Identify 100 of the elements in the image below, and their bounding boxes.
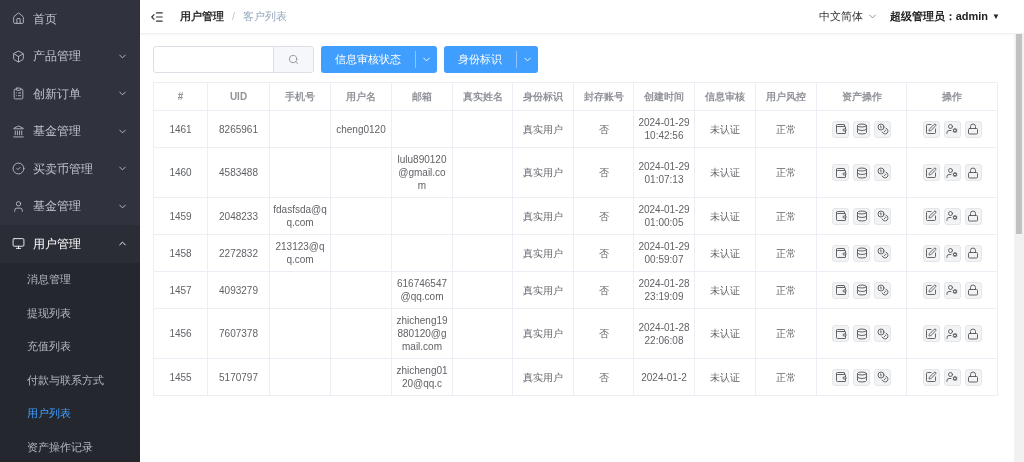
breadcrumb-item[interactable]: 用户管理 <box>180 8 224 25</box>
column-header: 邮箱 <box>391 82 453 111</box>
submenu-item[interactable]: 充值列表 <box>0 329 140 363</box>
coins-icon[interactable] <box>874 244 891 262</box>
edit-icon[interactable] <box>922 120 940 138</box>
table-cell: 否 <box>598 371 609 383</box>
table-cell: 2024-01-29 01:00:05 <box>638 204 690 228</box>
table-cell: 正常 <box>776 210 796 222</box>
table-cell: 未认证 <box>710 328 740 339</box>
menu-icon[interactable] <box>150 9 164 24</box>
table-cell: 真实用户 <box>523 371 563 383</box>
caret-icon: ▼ <box>992 10 1000 23</box>
cube-icon <box>12 49 25 63</box>
edit-icon[interactable] <box>922 164 940 181</box>
database-icon[interactable] <box>853 244 870 262</box>
table-cell: 真实用户 <box>523 247 563 259</box>
lock-icon[interactable] <box>964 207 982 225</box>
table-cell: 真实用户 <box>523 123 563 135</box>
lock-icon[interactable] <box>964 368 982 386</box>
edit-icon[interactable] <box>922 207 940 225</box>
sidebar-item[interactable]: 创新订单 <box>0 75 140 113</box>
database-icon[interactable] <box>853 368 870 386</box>
user-menu[interactable]: 超级管理员：admin ▼ <box>889 8 1000 25</box>
search-icon[interactable] <box>288 54 299 65</box>
submenu-item[interactable]: 用户列表 <box>0 396 140 430</box>
sidebar-item[interactable]: 基金管理 <box>0 187 140 225</box>
wallet-icon[interactable] <box>832 325 849 342</box>
sidebar-item[interactable]: 用户管理 <box>0 225 140 263</box>
lock-icon[interactable] <box>964 281 982 299</box>
user-settings-icon[interactable] <box>943 120 961 138</box>
language-select[interactable]: 中文简体 <box>818 8 878 25</box>
table-cell: zhicheng19880120@gmail.com <box>396 315 448 352</box>
scrollbar[interactable] <box>1014 34 1024 462</box>
table-cell: lulu890120@gmail.com <box>397 154 447 191</box>
user-settings-icon[interactable] <box>943 164 961 181</box>
coins-icon[interactable] <box>874 325 891 342</box>
database-icon[interactable] <box>853 164 870 181</box>
table-cell: 5170797 <box>219 371 258 383</box>
table-cell: 8265961 <box>219 123 258 135</box>
database-icon[interactable] <box>853 207 870 225</box>
edit-icon[interactable] <box>922 244 940 262</box>
table-cell: 2024-01-28 22:06:08 <box>638 321 690 346</box>
column-header: # <box>153 82 208 111</box>
wallet-icon[interactable] <box>832 368 849 386</box>
user-icon <box>12 199 25 213</box>
edit-icon[interactable] <box>922 368 940 386</box>
lock-icon[interactable] <box>964 164 982 181</box>
user-settings-icon[interactable] <box>943 281 961 299</box>
table-cell: 正常 <box>776 247 796 259</box>
database-icon[interactable] <box>853 325 870 342</box>
lock-icon[interactable] <box>964 325 982 342</box>
wallet-icon[interactable] <box>832 120 849 138</box>
wallet-icon[interactable] <box>832 244 849 262</box>
table-cell: 真实用户 <box>523 210 563 222</box>
user-settings-icon[interactable] <box>943 325 961 342</box>
submenu-item[interactable]: 提现列表 <box>0 296 140 330</box>
edit-icon[interactable] <box>922 325 940 342</box>
table-cell: 正常 <box>776 167 796 178</box>
sidebar-item[interactable]: 产品管理 <box>0 37 140 75</box>
clipboard-icon <box>12 87 25 101</box>
database-icon[interactable] <box>853 120 870 138</box>
database-icon[interactable] <box>853 281 870 299</box>
wallet-icon[interactable] <box>832 164 849 181</box>
table-cell: 未认证 <box>710 210 740 222</box>
user-settings-icon[interactable] <box>943 368 961 386</box>
sidebar-item[interactable]: 首页 <box>0 0 140 38</box>
table-cell: 正常 <box>776 371 796 383</box>
coins-icon[interactable] <box>874 368 891 386</box>
coins-icon[interactable] <box>874 120 891 138</box>
table-cell: 1458 <box>169 247 192 259</box>
column-header: 操作 <box>906 82 998 111</box>
coins-icon[interactable] <box>874 164 891 181</box>
coins-icon[interactable] <box>874 207 891 225</box>
lock-icon[interactable] <box>964 120 982 138</box>
table-cell: 否 <box>598 123 609 135</box>
user-settings-icon[interactable] <box>943 207 961 225</box>
table-cell: 真实用户 <box>523 328 563 339</box>
column-header: 封存账号 <box>573 82 634 111</box>
search-field[interactable] <box>153 46 314 73</box>
sidebar-item[interactable]: 基金管理 <box>0 112 140 150</box>
table-cell: 否 <box>598 328 609 339</box>
table-cell: 2024-01-29 00:59:07 <box>638 241 690 265</box>
wallet-icon[interactable] <box>832 207 849 225</box>
table-cell: 2048233 <box>219 210 258 222</box>
lock-icon[interactable] <box>964 244 982 262</box>
table-cell: 2024-01-2 <box>641 371 687 383</box>
table-cell: 1456 <box>169 328 192 339</box>
table-cell: 4093279 <box>219 284 258 296</box>
column-header: 资产操作 <box>816 82 907 111</box>
wallet-icon[interactable] <box>832 281 849 299</box>
submenu-item[interactable]: 资产操作记录 <box>0 430 140 462</box>
table-cell: 未认证 <box>710 167 740 178</box>
user-settings-icon[interactable] <box>943 244 961 262</box>
submenu-item[interactable]: 付款与联系方式 <box>0 363 140 397</box>
submenu-item[interactable]: 消息管理 <box>0 262 140 296</box>
edit-icon[interactable] <box>922 281 940 299</box>
coins-icon[interactable] <box>874 281 891 299</box>
table-cell: 未认证 <box>710 371 740 383</box>
sidebar-item[interactable]: 买卖币管理 <box>0 150 140 188</box>
table-cell: 否 <box>598 284 609 296</box>
